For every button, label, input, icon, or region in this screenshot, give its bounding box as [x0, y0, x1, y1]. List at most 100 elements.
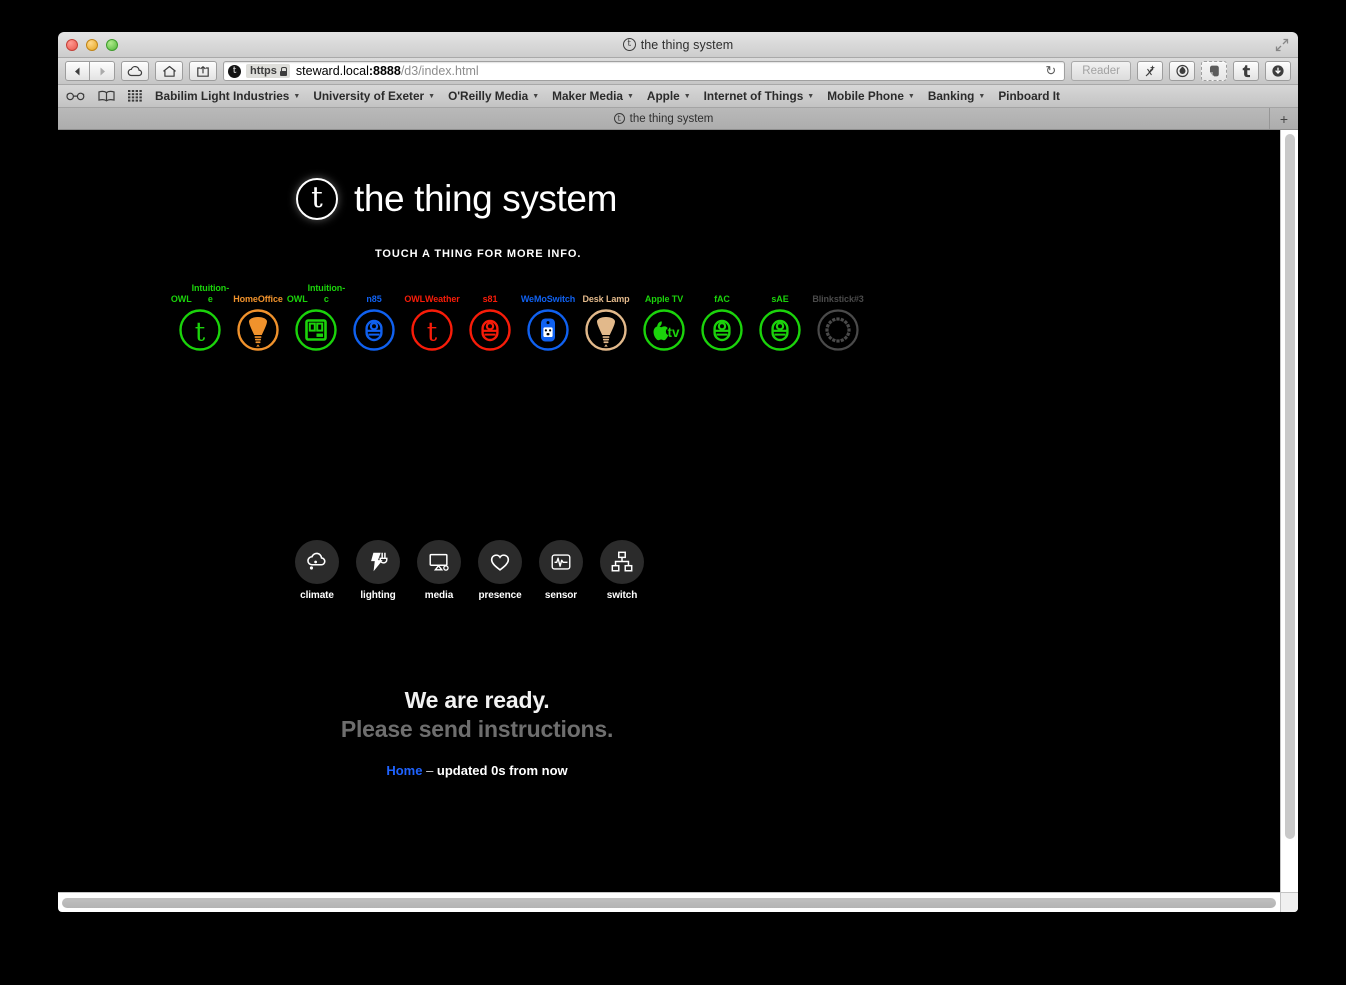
- tumblr-extension-button[interactable]: [1233, 61, 1259, 81]
- display-icon[interactable]: [294, 308, 338, 352]
- monitor-icon[interactable]: [417, 540, 461, 584]
- home-link[interactable]: Home: [386, 763, 422, 778]
- wemo-outlet-icon[interactable]: [526, 308, 570, 352]
- url-host: steward.local: [295, 64, 369, 78]
- presence-fob-icon[interactable]: [352, 308, 396, 352]
- thing-item[interactable]: sAE: [751, 282, 809, 352]
- category-item-climate[interactable]: climate: [295, 540, 339, 601]
- thing-item[interactable]: WeMo Switch: [519, 282, 577, 352]
- thing-item[interactable]: n85: [345, 282, 403, 352]
- minimize-window-button[interactable]: [86, 39, 98, 51]
- vertical-scrollbar[interactable]: [1280, 130, 1298, 892]
- categories-row: climate lighting media presence sensor switch: [295, 540, 1280, 601]
- bookmark-internet-of-things[interactable]: Internet of Things ▼: [704, 89, 815, 103]
- thing-item[interactable]: Blinkstick #3: [809, 282, 867, 352]
- status-updated-line: Home – updated 0s from now: [58, 763, 896, 778]
- close-window-button[interactable]: [66, 39, 78, 51]
- category-item-sensor[interactable]: sensor: [539, 540, 583, 601]
- back-arrow-icon: [75, 67, 80, 75]
- network-switch-icon[interactable]: [600, 540, 644, 584]
- bookmark-oreilly-media[interactable]: O'Reilly Media ▼: [448, 89, 539, 103]
- category-item-media[interactable]: media: [417, 540, 461, 601]
- thing-label: OWL Weather: [404, 294, 460, 304]
- cloud-rain-icon[interactable]: [295, 540, 339, 584]
- site-title: the thing system: [354, 178, 618, 219]
- icloud-tabs-button[interactable]: [121, 61, 149, 81]
- thing-item[interactable]: OWL Intuition-e t: [171, 282, 229, 352]
- reader-button[interactable]: Reader: [1071, 61, 1131, 81]
- things-row: OWL Intuition-e t Home Office OWL Intuition-c…: [171, 282, 1280, 352]
- category-item-presence[interactable]: presence: [478, 540, 522, 601]
- browser-window: t the thing system t https steward.local…: [58, 32, 1298, 912]
- bookmark-banking[interactable]: Banking ▼: [928, 89, 985, 103]
- magic-wand-extension-button[interactable]: [1137, 61, 1163, 81]
- thing-item[interactable]: Desk Lamp: [577, 282, 635, 352]
- url-path: /d3/index.html: [400, 64, 479, 78]
- presence-fob-icon[interactable]: [468, 308, 512, 352]
- forward-button[interactable]: [90, 61, 115, 81]
- heart-icon[interactable]: [478, 540, 522, 584]
- presence-fob-icon[interactable]: [758, 308, 802, 352]
- bookmark-apple[interactable]: Apple ▼: [647, 89, 691, 103]
- back-button[interactable]: [65, 61, 90, 81]
- thing-t-icon[interactable]: t: [410, 308, 454, 352]
- bookmark-pinboard-it[interactable]: Pinboard It: [998, 89, 1060, 103]
- nav-button-group: [65, 61, 115, 81]
- chevron-down-icon: ▼: [293, 92, 301, 100]
- category-item-switch[interactable]: switch: [600, 540, 644, 601]
- https-label: https: [250, 65, 277, 77]
- appletv-icon[interactable]: tv: [642, 308, 686, 352]
- site-logo: t the thing system: [296, 178, 1280, 220]
- thing-system-logo-icon: t: [296, 178, 338, 220]
- bookmark-label: Maker Media: [552, 89, 623, 103]
- bookmarks-button[interactable]: [98, 90, 115, 102]
- window-title: t the thing system: [622, 38, 734, 52]
- share-button[interactable]: [189, 61, 217, 81]
- status-dash: –: [422, 763, 437, 778]
- thing-item[interactable]: OWL Weather t: [403, 282, 461, 352]
- thing-label: Blinkstick #3: [812, 294, 864, 304]
- top-sites-button[interactable]: [128, 90, 142, 102]
- forward-arrow-icon: [100, 67, 105, 75]
- plug-bolt-icon[interactable]: [356, 540, 400, 584]
- thing-item[interactable]: s81: [461, 282, 519, 352]
- home-button[interactable]: [155, 61, 183, 81]
- horizontal-scrollbar[interactable]: [58, 892, 1298, 912]
- thing-t-icon[interactable]: t: [178, 308, 222, 352]
- ink-drop-extension-button[interactable]: [1169, 61, 1195, 81]
- chevron-down-icon: ▼: [978, 92, 986, 100]
- presence-fob-icon[interactable]: [700, 308, 744, 352]
- address-bar[interactable]: t https steward.local:8888/d3/index.html…: [223, 61, 1066, 81]
- ink-drop-icon: [1175, 64, 1189, 78]
- thing-item[interactable]: fAC: [693, 282, 751, 352]
- horizontal-scrollbar-thumb[interactable]: [62, 898, 1276, 908]
- thing-item[interactable]: Apple TV tv: [635, 282, 693, 352]
- bookmark-babilim-light-industries[interactable]: Babilim Light Industries ▼: [155, 89, 300, 103]
- bulb-icon[interactable]: [236, 308, 280, 352]
- category-label: presence: [478, 590, 522, 601]
- evernote-extension-button[interactable]: [1201, 61, 1227, 81]
- bookmark-university-of-exeter[interactable]: University of Exeter ▼: [313, 89, 435, 103]
- thing-label: OWL Intuition-e: [170, 283, 230, 304]
- blinkstick-ring-icon[interactable]: [816, 308, 860, 352]
- zoom-window-button[interactable]: [106, 39, 118, 51]
- bulb-icon[interactable]: [584, 308, 628, 352]
- category-label: sensor: [544, 590, 578, 601]
- reload-button[interactable]: ↻: [1041, 63, 1060, 79]
- reading-list-button[interactable]: [66, 91, 85, 101]
- vertical-scrollbar-thumb[interactable]: [1285, 134, 1295, 839]
- chevron-down-icon: ▼: [807, 92, 815, 100]
- window-titlebar: t the thing system: [58, 32, 1298, 58]
- bookmark-label: Banking: [927, 89, 975, 103]
- waveform-icon[interactable]: [539, 540, 583, 584]
- tab-the-thing-system[interactable]: t the thing system: [58, 108, 1270, 129]
- thing-item[interactable]: Home Office: [229, 282, 287, 352]
- bookmark-mobile-phone[interactable]: Mobile Phone ▼: [827, 89, 915, 103]
- bookmark-maker-media[interactable]: Maker Media ▼: [552, 89, 634, 103]
- new-tab-button[interactable]: +: [1270, 108, 1298, 129]
- thing-item[interactable]: OWL Intuition-c: [287, 282, 345, 352]
- download-extension-button[interactable]: [1265, 61, 1291, 81]
- category-item-lighting[interactable]: lighting: [356, 540, 400, 601]
- page-viewport: t the thing system TOUCH A THING FOR MOR…: [58, 130, 1298, 912]
- fullscreen-icon[interactable]: [1275, 38, 1289, 52]
